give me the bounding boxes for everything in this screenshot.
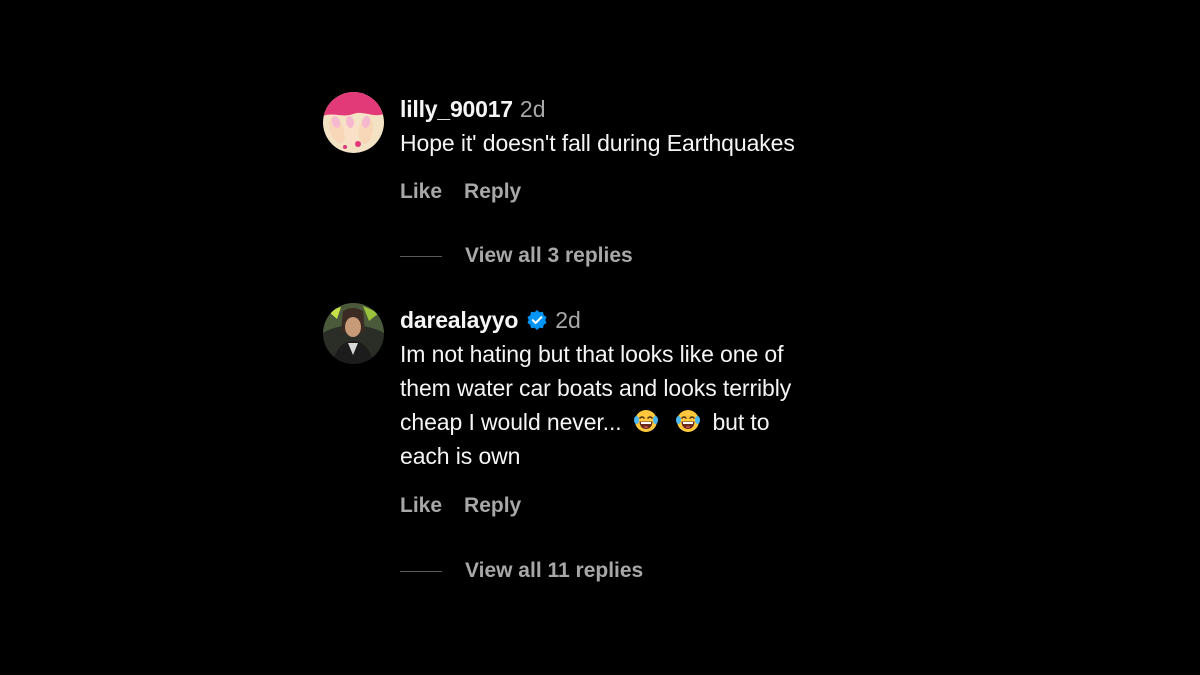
timestamp[interactable]: 2d: [555, 303, 581, 337]
username[interactable]: lilly_90017: [400, 92, 513, 126]
reply-button[interactable]: Reply: [464, 180, 521, 204]
comment-actions: Like Reply: [400, 494, 521, 518]
divider: [400, 255, 442, 257]
comment-text-line: Im not hating but that looks like one of: [400, 341, 784, 367]
tears-of-joy-emoji-icon: [633, 408, 659, 434]
view-replies[interactable]: View all 11 replies: [400, 559, 643, 583]
verified-badge-icon: [526, 309, 548, 331]
comment-text-fragment: cheap I would never...: [400, 409, 622, 435]
comment-text: Im not hating but that looks like one of…: [400, 337, 920, 473]
nails-avatar-icon: [323, 92, 384, 153]
divider: [400, 570, 442, 572]
timestamp[interactable]: 2d: [520, 92, 546, 126]
comment-actions: Like Reply: [400, 180, 521, 204]
like-button[interactable]: Like: [400, 180, 442, 204]
comment-header: lilly_90017 2d: [400, 92, 920, 126]
view-replies-button[interactable]: View all 3 replies: [465, 244, 633, 268]
avatar[interactable]: [323, 92, 384, 153]
comment-text-line: each is own: [400, 443, 521, 469]
comment-text-line: them water car boats and looks terribly: [400, 375, 792, 401]
username[interactable]: darealayyo: [400, 303, 518, 337]
comment-body: darealayyo 2d Im not hating but that loo…: [400, 303, 920, 517]
tears-of-joy-emoji-icon: [675, 408, 701, 434]
avatar[interactable]: [323, 303, 384, 364]
like-button[interactable]: Like: [400, 494, 442, 518]
reply-button[interactable]: Reply: [464, 494, 521, 518]
person-avatar-icon: [323, 303, 384, 364]
comment-text-fragment: but to: [712, 409, 770, 435]
comment-text: Hope it' doesn't fall during Earthquakes: [400, 130, 795, 156]
comment-text-line: cheap I would never... but to: [400, 405, 920, 439]
comment-header: darealayyo 2d: [400, 303, 920, 337]
view-replies-button[interactable]: View all 11 replies: [465, 559, 643, 583]
comment-body: lilly_90017 2d Hope it' doesn't fall dur…: [400, 92, 920, 203]
view-replies[interactable]: View all 3 replies: [400, 244, 633, 268]
